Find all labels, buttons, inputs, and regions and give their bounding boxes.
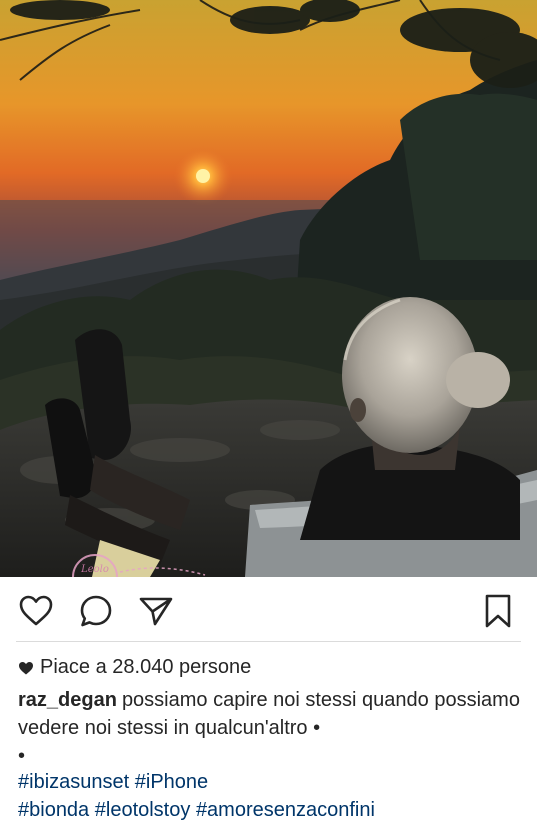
hashtag-link[interactable]: #leotolstoy <box>95 799 191 821</box>
hashtag-link[interactable]: #iPhone <box>135 771 208 793</box>
username-link[interactable]: raz_degan <box>18 689 117 711</box>
hashtags-line-2: #bionda #leotolstoy #amoresenzaconfini <box>18 796 523 824</box>
likes-text: Piace a 28.040 persone <box>40 656 252 678</box>
paper-plane-icon <box>139 597 173 626</box>
action-bar <box>0 577 537 641</box>
hashtag-link[interactable]: #ibizasunset <box>18 771 129 793</box>
heart-outline-icon <box>19 595 53 626</box>
likes-count[interactable]: Piace a 28.040 persone <box>18 656 251 679</box>
hashtag-link[interactable]: #bionda <box>18 799 89 821</box>
comment-button[interactable] <box>78 593 114 629</box>
divider <box>16 641 521 642</box>
caption: raz_degan possiamo capire noi stessi quan… <box>18 686 523 770</box>
hashtags: #ibizasunset #iPhone #bionda #leotolstoy… <box>18 768 523 824</box>
like-button[interactable] <box>18 593 54 629</box>
save-button[interactable] <box>480 593 516 629</box>
speech-bubble-icon <box>80 595 112 627</box>
bookmark-icon <box>485 594 511 628</box>
sunset-photo-illustration: Leolo Lieve <box>0 0 537 577</box>
heart-filled-icon <box>19 661 33 674</box>
share-button[interactable] <box>138 593 174 629</box>
svg-text:Leolo: Leolo <box>80 564 109 575</box>
hashtag-link[interactable]: #amoresenzaconfini <box>196 799 375 821</box>
hashtags-line-1: #ibizasunset #iPhone <box>18 768 523 796</box>
post-photo[interactable]: Leolo Lieve <box>0 0 537 577</box>
caption-bullet: • <box>18 745 26 767</box>
